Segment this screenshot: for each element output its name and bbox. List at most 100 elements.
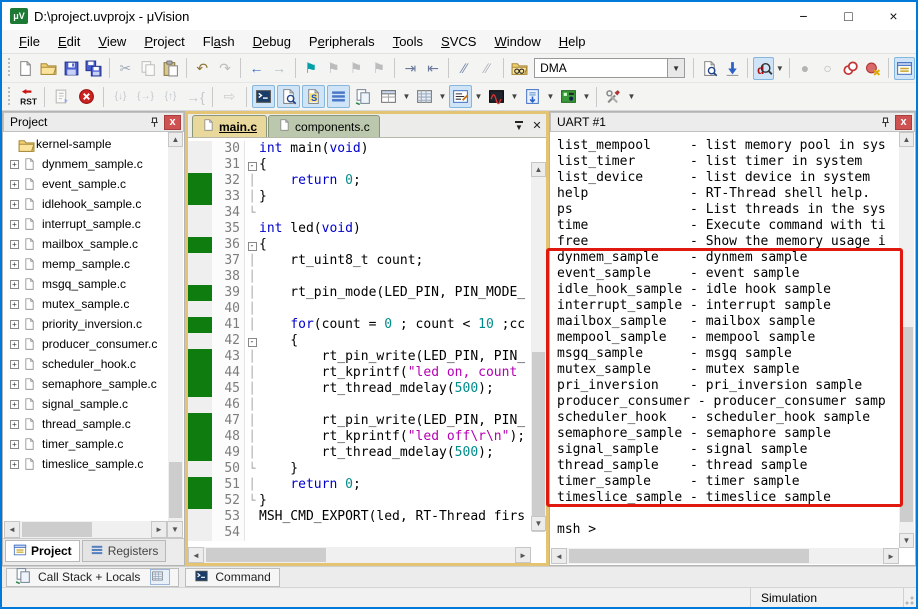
serial-window-dropdown-icon[interactable]: ▼: [473, 85, 484, 108]
expander-icon[interactable]: +: [10, 279, 19, 289]
go-button[interactable]: ⇨: [218, 85, 241, 108]
tree-item-memp_sample-c[interactable]: + memp_sample.c: [4, 254, 168, 274]
close-panel-icon[interactable]: x: [895, 114, 912, 130]
menu-peripherals[interactable]: Peripherals: [300, 31, 384, 52]
editor-vscrollbar[interactable]: ▲ ▼: [531, 162, 546, 532]
close-button[interactable]: ×: [871, 2, 916, 30]
expander-icon[interactable]: +: [10, 259, 19, 269]
load-application-button[interactable]: [722, 57, 743, 80]
redo-button[interactable]: ↷: [215, 57, 236, 80]
expander-icon[interactable]: +: [10, 319, 19, 329]
serial-window-button[interactable]: [449, 85, 472, 108]
menu-view[interactable]: View: [89, 31, 135, 52]
project-tree-scrollbar[interactable]: ▲: [168, 132, 183, 521]
code-text[interactable]: MSH_CMD_EXPORT(led, RT-Thread firs: [259, 509, 531, 525]
navigate-forward-button[interactable]: →: [269, 57, 290, 80]
scroll-up-button[interactable]: ▲: [168, 132, 183, 147]
code-text[interactable]: int main(void): [259, 141, 531, 157]
code-text[interactable]: [259, 525, 531, 541]
scroll-thumb[interactable]: [900, 327, 913, 522]
logic-analyzer-button[interactable]: [485, 85, 508, 108]
stop-button[interactable]: [75, 85, 98, 108]
pin-icon[interactable]: [877, 115, 893, 130]
save-button[interactable]: [61, 57, 82, 80]
system-viewer-button[interactable]: [521, 85, 544, 108]
system-viewer-dropdown-icon[interactable]: ▼: [545, 85, 556, 108]
search-combobox-value[interactable]: DMA: [534, 58, 668, 78]
combobox-dropdown-icon[interactable]: ▼: [667, 58, 686, 78]
code-text[interactable]: rt_pin_write(LED_PIN, PIN_: [259, 413, 531, 429]
scroll-up-button[interactable]: ▲: [899, 132, 914, 147]
code-text[interactable]: }: [259, 189, 531, 205]
expander-icon[interactable]: +: [10, 359, 19, 369]
symbol-window-button[interactable]: S: [302, 85, 325, 108]
menu-help[interactable]: Help: [550, 31, 595, 52]
uncomment-button[interactable]: ∕∕: [477, 57, 498, 80]
expander-icon[interactable]: +: [10, 399, 19, 409]
tree-item-msgq_sample-c[interactable]: + msgq_sample.c: [4, 274, 168, 294]
logic-analyzer-dropdown-icon[interactable]: ▼: [509, 85, 520, 108]
code-text[interactable]: [259, 301, 531, 317]
project-window-button[interactable]: [894, 56, 915, 80]
search-combobox[interactable]: DMA ▼: [534, 58, 686, 78]
expander-icon[interactable]: +: [10, 379, 19, 389]
expander-icon[interactable]: +: [10, 419, 19, 429]
tree-item-semaphore_sample-c[interactable]: + semaphore_sample.c: [4, 374, 168, 394]
code-text[interactable]: }: [259, 493, 531, 509]
tab-registers[interactable]: Registers: [81, 540, 167, 562]
command-window-button[interactable]: [252, 85, 275, 108]
disassembly-window-button[interactable]: [277, 85, 300, 108]
code-text[interactable]: rt_thread_mdelay(500);: [259, 445, 531, 461]
code-text[interactable]: [259, 269, 531, 285]
scroll-thumb[interactable]: [569, 549, 809, 563]
menu-file[interactable]: File: [10, 31, 49, 52]
close-panel-icon[interactable]: x: [164, 114, 181, 130]
scroll-down-button[interactable]: ▼: [531, 516, 546, 531]
document-list-icon[interactable]: ▼: [510, 117, 528, 135]
code-area[interactable]: 30 int main(void) 31-{32 │ return 0; 33 │} 34 └…: [188, 138, 546, 547]
code-text[interactable]: rt_uint8_t count;: [259, 253, 531, 269]
code-text[interactable]: rt_pin_write(LED_PIN, PIN_: [259, 349, 531, 365]
expander-icon[interactable]: +: [10, 439, 19, 449]
memory-window-dropdown-icon[interactable]: ▼: [437, 85, 448, 108]
next-bookmark-button[interactable]: ⚑: [346, 57, 367, 80]
toolbar-grip[interactable]: [7, 58, 12, 78]
tree-item-timeslice_sample-c[interactable]: + timeslice_sample.c: [4, 454, 168, 474]
expander-icon[interactable]: +: [10, 159, 19, 169]
tab-call-stack-locals[interactable]: Call Stack + Locals: [6, 567, 180, 587]
lookup-button[interactable]: [699, 57, 720, 80]
fold-marker[interactable]: -: [244, 157, 259, 173]
toolbar-grip[interactable]: [7, 86, 12, 107]
scroll-thumb[interactable]: [169, 462, 182, 518]
disable-all-breakpoints-button[interactable]: [840, 57, 861, 80]
code-text[interactable]: rt_thread_mdelay(500);: [259, 381, 531, 397]
tree-item-dynmem_sample-c[interactable]: + dynmem_sample.c: [4, 154, 168, 174]
memory-window-button[interactable]: [413, 85, 436, 108]
configure-tools-dropdown-icon[interactable]: ▼: [626, 85, 637, 108]
tree-item-interrupt_sample-c[interactable]: + interrupt_sample.c: [4, 214, 168, 234]
tab-project[interactable]: Project: [5, 540, 80, 562]
tree-item-mailbox_sample-c[interactable]: + mailbox_sample.c: [4, 234, 168, 254]
insert-breakpoint-button[interactable]: ●: [795, 57, 816, 80]
new-file-button[interactable]: [15, 57, 36, 80]
watch-window-dropdown-icon[interactable]: ▼: [401, 85, 412, 108]
code-text[interactable]: {: [259, 237, 531, 253]
paste-button[interactable]: [160, 57, 181, 80]
code-text[interactable]: }: [259, 461, 531, 477]
call-stack-window-button[interactable]: [352, 85, 375, 108]
tree-item-event_sample-c[interactable]: + event_sample.c: [4, 174, 168, 194]
scroll-down-button[interactable]: ▼: [899, 533, 914, 548]
resize-grip[interactable]: [902, 593, 914, 605]
minimize-button[interactable]: −: [781, 2, 826, 30]
project-hscrollbar[interactable]: ◄ ► ▼: [4, 521, 183, 538]
menu-window[interactable]: Window: [485, 31, 549, 52]
comment-button[interactable]: ∕∕: [454, 57, 475, 80]
tree-item-priority_inversion-c[interactable]: + priority_inversion.c: [4, 314, 168, 334]
title-bar[interactable]: μV D:\project.uvprojx - μVision − □ ×: [2, 2, 916, 30]
menu-project[interactable]: Project: [135, 31, 193, 52]
cut-button[interactable]: ✂: [115, 57, 136, 80]
expander-icon[interactable]: +: [10, 239, 19, 249]
scroll-right-button[interactable]: ►: [883, 548, 899, 564]
kill-all-breakpoints-button[interactable]: [863, 57, 884, 80]
code-text[interactable]: {: [259, 157, 531, 173]
